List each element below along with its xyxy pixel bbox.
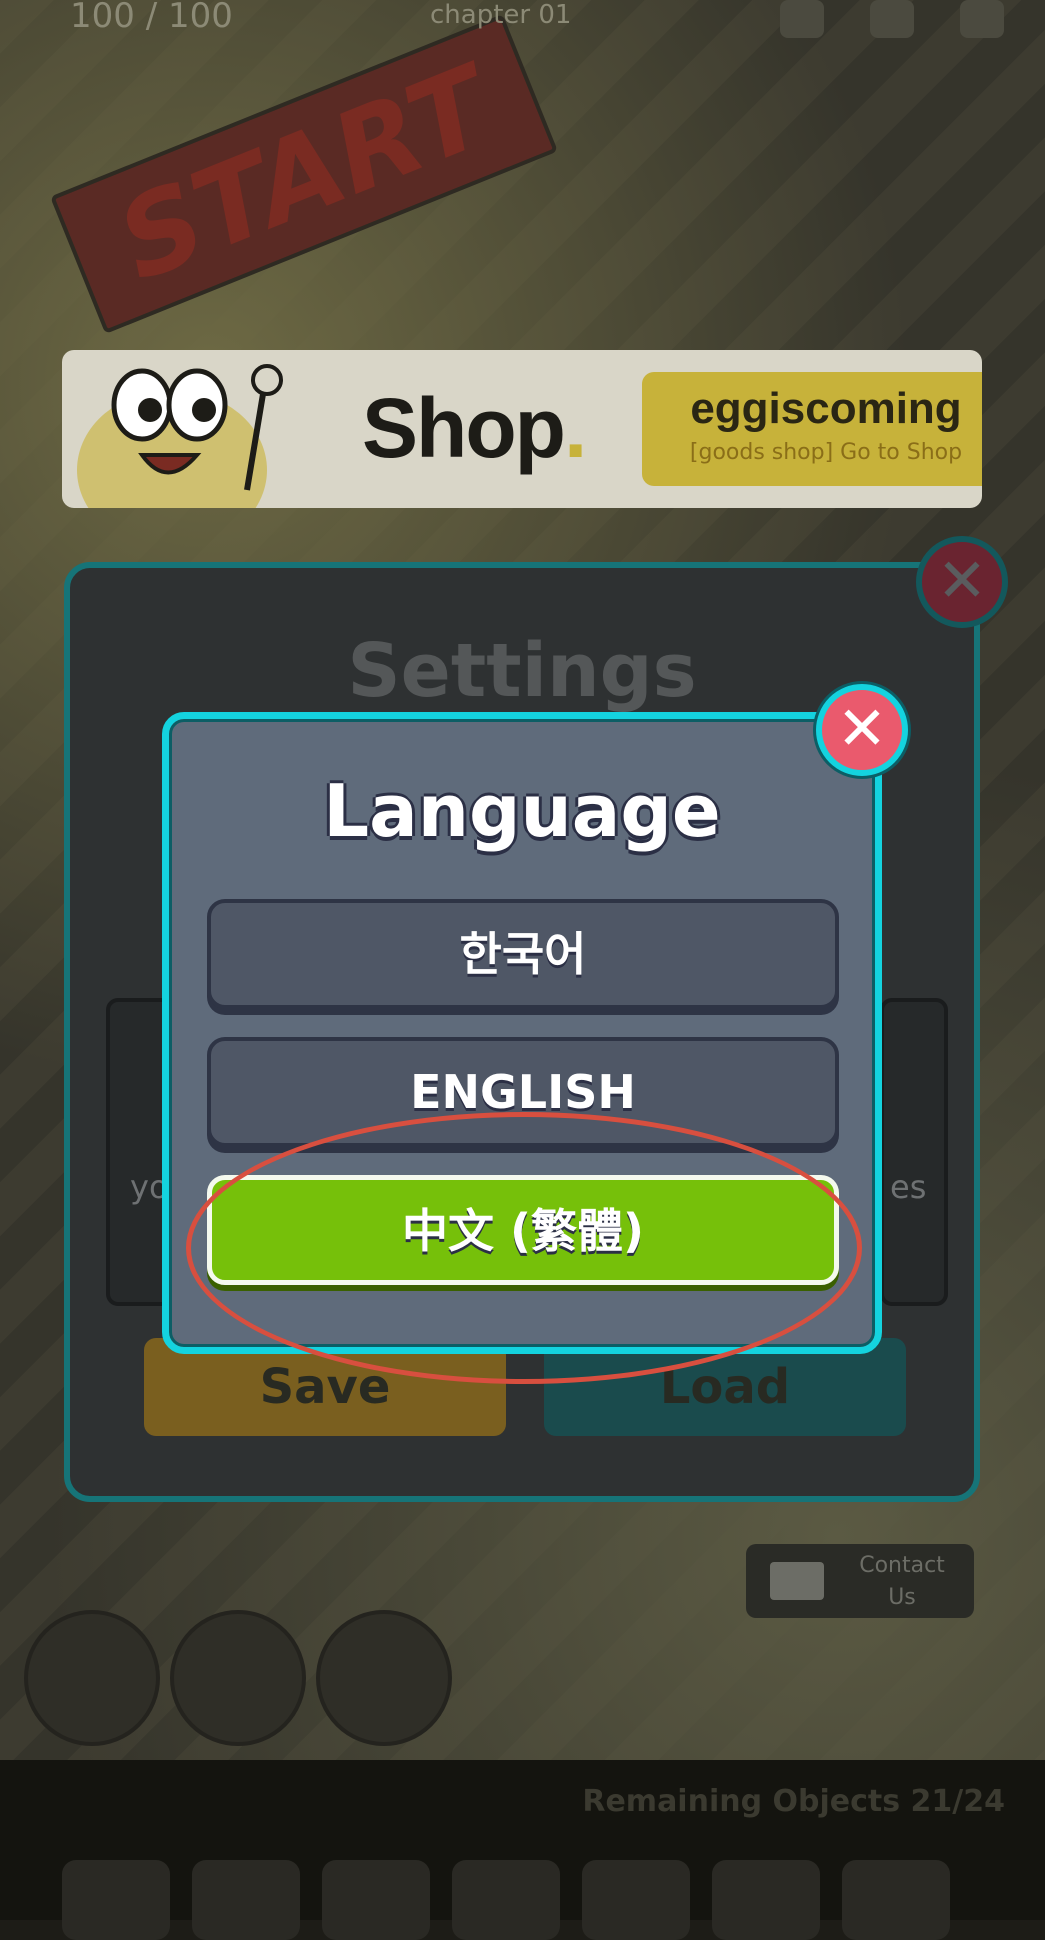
contact-label-line1: Contact (859, 1553, 945, 1578)
object-slot[interactable] (62, 1860, 170, 1940)
tool-compass-button[interactable] (316, 1610, 452, 1746)
eye-icon[interactable] (780, 0, 824, 38)
egg-mascot-icon (77, 364, 283, 508)
settings-icon[interactable] (870, 0, 914, 38)
contact-label-line2: Us (888, 1585, 916, 1610)
brand-name: eggiscoming (690, 384, 962, 433)
object-slot[interactable] (842, 1860, 950, 1940)
object-slot[interactable] (192, 1860, 300, 1940)
goods-shop-label: [goods shop] Go to Shop (689, 440, 963, 465)
highlight-annotation (186, 1112, 862, 1384)
object-slot[interactable] (582, 1860, 690, 1940)
goods-shop-button[interactable]: eggiscoming [goods shop] Go to Shop (642, 372, 982, 486)
language-option-korean[interactable]: 한국어 (207, 899, 839, 1009)
object-slot[interactable] (452, 1860, 560, 1940)
close-icon: ✕ (936, 546, 988, 616)
top-status-bar: 100 / 100 chapter 01 (0, 0, 1045, 40)
language-close-button[interactable]: ✕ (816, 684, 908, 776)
home-icon[interactable] (960, 0, 1004, 38)
shop-title-dot: . (563, 381, 587, 475)
tool-magnet-button[interactable] (170, 1610, 306, 1746)
shop-banner[interactable]: Shop. eggiscoming [goods shop] Go to Sho… (62, 350, 982, 508)
settings-card-right (880, 998, 948, 1306)
language-title: Language (323, 769, 721, 853)
settings-close-button[interactable]: ✕ (916, 536, 1008, 628)
shop-title: Shop (362, 381, 566, 475)
chapter-label: chapter 01 (430, 0, 572, 30)
settings-card-text-right: es (890, 1168, 927, 1206)
object-slot[interactable] (322, 1860, 430, 1940)
tool-pencil-button[interactable] (24, 1610, 160, 1746)
progress-counter: 100 / 100 (70, 0, 233, 36)
mail-icon (770, 1562, 824, 1600)
contact-us-button[interactable]: Contact Us (746, 1544, 974, 1618)
object-slot[interactable] (712, 1860, 820, 1940)
remaining-objects-label: Remaining Objects 21/24 (582, 1784, 1005, 1819)
close-icon: ✕ (836, 694, 888, 764)
